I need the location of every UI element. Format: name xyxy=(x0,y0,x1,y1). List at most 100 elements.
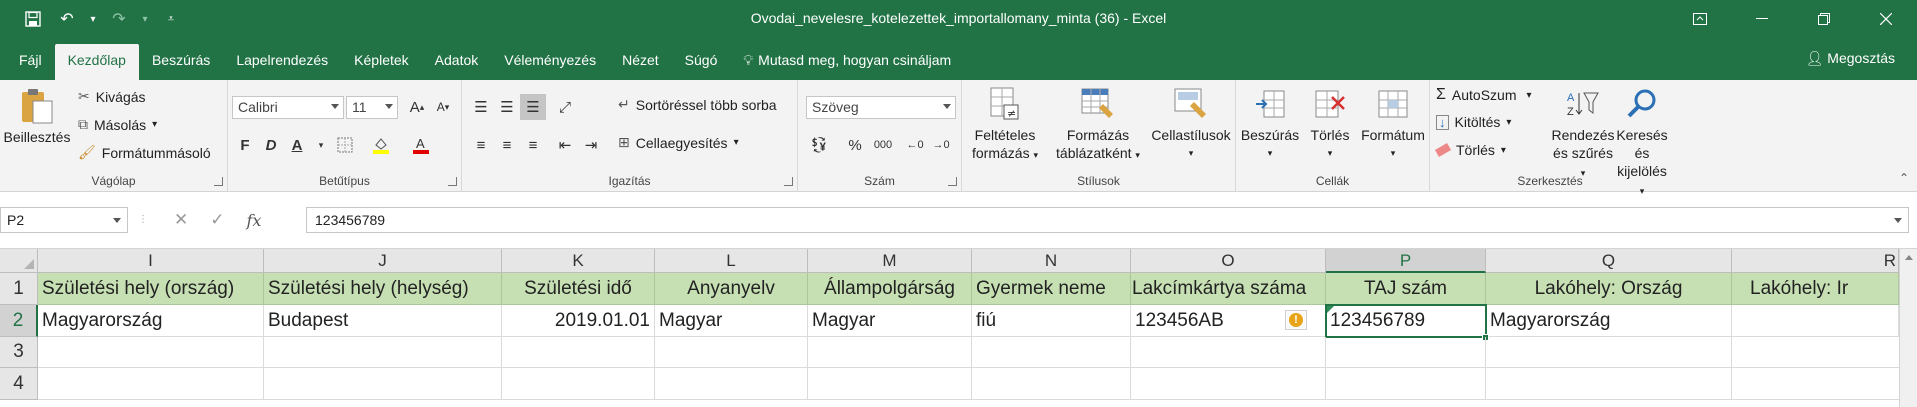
accounting-format-icon[interactable]: 💱︎ xyxy=(806,132,832,158)
cut-button[interactable]: ✂ Kivágás xyxy=(78,88,146,105)
redo-dropdown-icon[interactable]: ▾ xyxy=(138,4,152,34)
cell-m1[interactable]: Állampolgárság xyxy=(808,273,972,305)
font-launcher-icon[interactable] xyxy=(448,177,457,186)
formula-input[interactable]: 123456789 xyxy=(306,207,1909,233)
fill-button[interactable]: ↓ Kitöltés ▾ xyxy=(1436,114,1511,130)
cell-j1[interactable]: Születési hely (helység) xyxy=(264,273,502,305)
save-icon[interactable] xyxy=(18,4,48,34)
decrease-indent-icon[interactable]: ⇤ xyxy=(552,132,578,158)
column-header-i[interactable]: I xyxy=(38,249,264,273)
column-header-k[interactable]: K xyxy=(502,249,655,273)
align-middle-icon[interactable]: ☰ xyxy=(494,94,520,120)
column-header-j[interactable]: J xyxy=(264,249,502,273)
cell-p1[interactable]: TAJ szám xyxy=(1326,273,1486,305)
redo-icon[interactable]: ↷ xyxy=(104,4,134,34)
close-icon[interactable] xyxy=(1855,0,1917,38)
cancel-icon[interactable]: ✕ xyxy=(174,210,188,230)
error-warning-button[interactable]: ! xyxy=(1285,310,1307,330)
cell-q1[interactable]: Lakóhely: Ország xyxy=(1486,273,1732,305)
name-box[interactable]: P2 xyxy=(0,207,128,233)
cell-j2[interactable]: Budapest xyxy=(264,305,502,337)
paste-button[interactable]: Beillesztés xyxy=(2,88,72,146)
decrease-decimal-icon[interactable]: →0 xyxy=(928,132,954,158)
cell-q2[interactable]: Magyarország xyxy=(1486,305,1732,337)
number-format-combo[interactable]: Szöveg xyxy=(806,96,956,119)
cell-p2[interactable]: 123456789 xyxy=(1326,305,1486,337)
tab-page-layout[interactable]: Lapelrendezés xyxy=(223,44,341,80)
tab-view[interactable]: Nézet xyxy=(609,44,672,80)
font-name-combo[interactable]: Calibri xyxy=(232,96,344,119)
column-header-n[interactable]: N xyxy=(972,249,1131,273)
underline-dropdown-icon[interactable]: ▾ xyxy=(308,132,334,158)
cell-r2[interactable] xyxy=(1732,305,1899,337)
cell-n1[interactable]: Gyermek neme xyxy=(972,273,1131,305)
borders-icon[interactable] xyxy=(332,132,358,158)
wrap-text-button[interactable]: ↵ Sortöréssel több sorba xyxy=(618,96,777,113)
restore-icon[interactable] xyxy=(1793,0,1855,38)
cell-m2[interactable]: Magyar xyxy=(808,305,972,337)
sort-filter-button[interactable]: AZ Rendezés és szűrés ▾ xyxy=(1550,86,1616,182)
cell-i1[interactable]: Születési hely (ország) xyxy=(38,273,264,305)
undo-dropdown-icon[interactable]: ▾ xyxy=(86,4,100,34)
increase-decimal-icon[interactable]: ←0 xyxy=(902,132,928,158)
vertical-scrollbar[interactable] xyxy=(1899,249,1917,407)
font-color-icon[interactable]: A xyxy=(408,132,434,158)
row-header-3[interactable]: 3 xyxy=(0,337,38,368)
cell-k2[interactable]: 2019.01.01 xyxy=(502,305,655,337)
ribbon-display-options-icon[interactable] xyxy=(1669,0,1731,38)
font-size-combo[interactable]: 11 xyxy=(346,96,398,119)
italic-button[interactable]: D xyxy=(258,132,284,158)
copy-button[interactable]: ⧉ Másolás ▾ xyxy=(78,116,157,133)
shrink-font-icon[interactable]: A ▾ xyxy=(430,94,456,120)
number-launcher-icon[interactable] xyxy=(948,177,957,186)
conditional-formatting-button[interactable]: ≠ Feltételes formázás ▾ xyxy=(964,86,1046,164)
clipboard-launcher-icon[interactable] xyxy=(214,177,223,186)
scroll-up-icon[interactable] xyxy=(1904,255,1913,260)
enter-icon[interactable]: ✓ xyxy=(210,210,224,230)
worksheet-grid[interactable]: I J K L M N O P Q R 1 2 3 4 Születési he… xyxy=(0,248,1917,407)
tab-help[interactable]: Súgó xyxy=(672,44,731,80)
collapse-ribbon-icon[interactable]: ⌃ xyxy=(1899,171,1909,185)
empty-rows[interactable] xyxy=(38,337,1899,400)
minimize-icon[interactable] xyxy=(1731,0,1793,38)
cell-l2[interactable]: Magyar xyxy=(655,305,808,337)
fill-color-icon[interactable] xyxy=(368,132,394,158)
tab-file[interactable]: Fájl xyxy=(6,44,55,80)
insert-cells-button[interactable]: Beszúrás ▾ xyxy=(1238,86,1302,162)
row-header-4[interactable]: 4 xyxy=(0,368,38,400)
grow-font-icon[interactable]: A ▴ xyxy=(404,94,430,120)
row-header-2[interactable]: 2 xyxy=(0,305,38,337)
tab-review[interactable]: Véleményezés xyxy=(491,44,609,80)
cell-i2[interactable]: Magyarország xyxy=(38,305,264,337)
cell-r1[interactable]: Lakóhely: Ir xyxy=(1732,273,1899,305)
cell-l1[interactable]: Anyanyelv xyxy=(655,273,808,305)
column-header-q[interactable]: Q xyxy=(1486,249,1732,273)
column-header-p[interactable]: P xyxy=(1326,249,1486,273)
row-header-1[interactable]: 1 xyxy=(0,273,38,305)
orientation-icon[interactable]: ⤢ xyxy=(552,94,578,120)
align-center-icon[interactable]: ≡ xyxy=(494,132,520,158)
format-as-table-button[interactable]: Formázás táblázatként ▾ xyxy=(1048,86,1148,164)
autosum-button[interactable]: Σ AutoSzum ▾ xyxy=(1436,86,1532,104)
align-bottom-icon[interactable]: ☰ xyxy=(520,94,546,120)
cell-o1[interactable]: Lakcímkártya száma xyxy=(1131,273,1326,305)
bold-button[interactable]: F xyxy=(232,132,258,158)
merge-button[interactable]: ⊞ Cellaegyesítés ▾ xyxy=(618,134,739,151)
customize-qat-icon[interactable]: ⩡ xyxy=(156,4,186,34)
align-top-icon[interactable]: ☰ xyxy=(468,94,494,120)
tab-formulas[interactable]: Képletek xyxy=(341,44,421,80)
undo-icon[interactable]: ↶ xyxy=(52,4,82,34)
tab-home[interactable]: Kezdőlap xyxy=(54,44,139,80)
alignment-launcher-icon[interactable] xyxy=(784,177,793,186)
cell-n2[interactable]: fiú xyxy=(972,305,1131,337)
tab-insert[interactable]: Beszúrás xyxy=(139,44,223,80)
insert-function-button[interactable]: fx xyxy=(247,211,262,230)
column-header-m[interactable]: M xyxy=(808,249,972,273)
format-painter-button[interactable]: 🖌︎ Formátummásoló xyxy=(78,144,211,161)
cell-k1[interactable]: Születési idő xyxy=(502,273,655,305)
percent-style-button[interactable]: % xyxy=(842,132,868,158)
tab-data[interactable]: Adatok xyxy=(422,44,492,80)
delete-cells-button[interactable]: Törlés ▾ xyxy=(1302,86,1358,162)
increase-indent-icon[interactable]: ⇥ xyxy=(578,132,604,158)
column-header-o[interactable]: O xyxy=(1131,249,1326,273)
